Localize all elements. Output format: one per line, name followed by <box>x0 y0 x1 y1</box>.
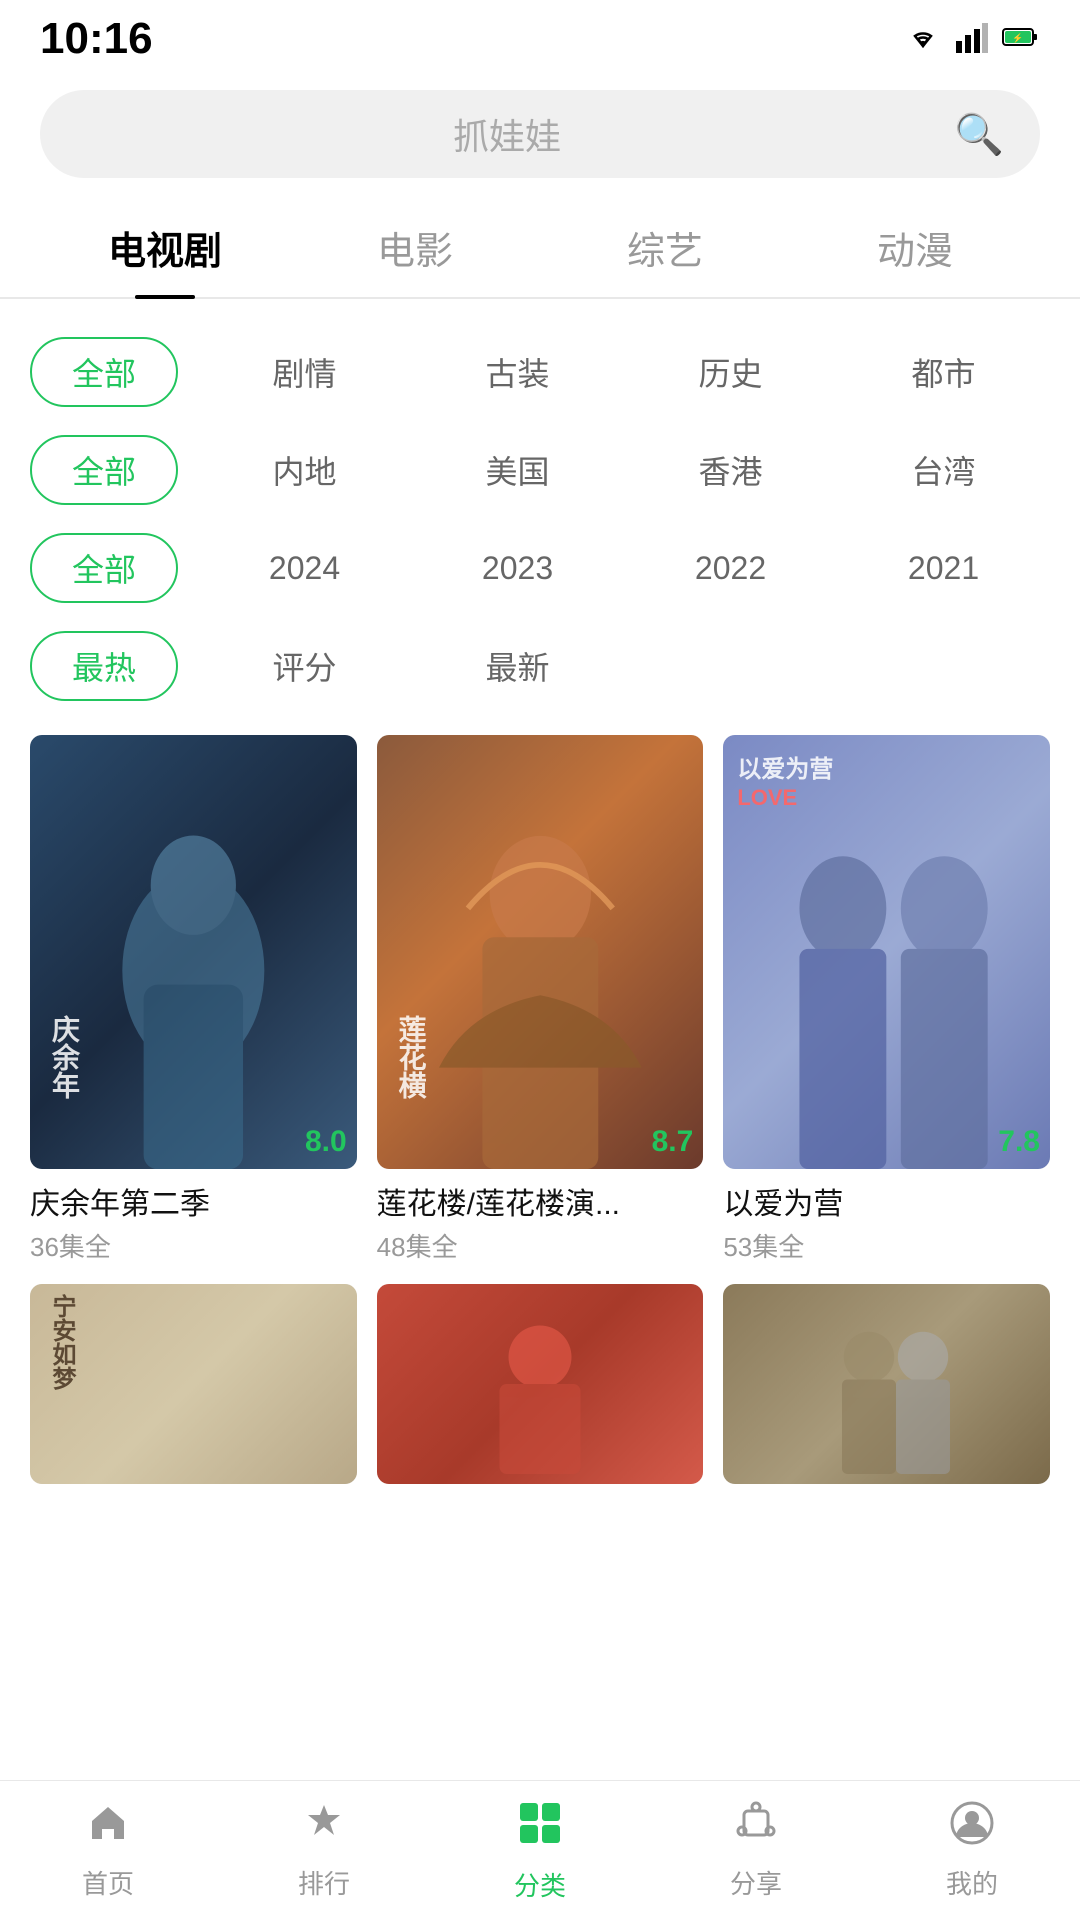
list-item[interactable]: 以爱为营 LOVE 7.8 以爱为营 53集全 <box>723 735 1050 1264</box>
nav-item-rank[interactable]: 排行 <box>216 1801 432 1901</box>
filter-item-costume[interactable]: 古装 <box>411 339 624 405</box>
tab-movie[interactable]: 电影 <box>290 198 540 297</box>
filter-row-region: 全部 内地 美国 香港 台湾 <box>30 421 1050 519</box>
card-image-1: 庆余年 8.0 <box>30 735 357 1169</box>
filter-item-drama[interactable]: 剧情 <box>198 339 411 405</box>
search-bar-section: 抓娃娃 🔍 <box>0 70 1080 198</box>
card-image-4: 宁安如梦 <box>30 1284 357 1484</box>
mine-icon <box>950 1801 994 1856</box>
bottom-padding <box>0 1484 1080 1644</box>
nav-label-home: 首页 <box>82 1864 134 1901</box>
card-title-2: 莲花楼/莲花楼演... <box>377 1179 704 1223</box>
filter-chip-genre[interactable]: 全部 <box>30 337 178 407</box>
status-bar: 10:16 ⚡ <box>0 0 1080 70</box>
share-icon <box>734 1801 778 1856</box>
status-icons: ⚡ <box>904 21 1040 58</box>
filter-item-rating[interactable]: 评分 <box>198 633 411 699</box>
filter-row-year: 全部 2024 2023 2022 2021 <box>30 519 1050 617</box>
card-overlay-text-2: 莲花横 <box>391 1015 431 1099</box>
filter-chip-year[interactable]: 全部 <box>30 533 178 603</box>
status-time: 10:16 <box>40 14 153 64</box>
search-bar[interactable]: 抓娃娃 🔍 <box>40 90 1040 178</box>
nav-item-mine[interactable]: 我的 <box>864 1801 1080 1901</box>
card-subtitle-1: 36集全 <box>30 1227 357 1264</box>
tab-anime[interactable]: 动漫 <box>790 198 1040 297</box>
svg-text:⚡: ⚡ <box>1012 32 1023 44</box>
nav-label-mine: 我的 <box>946 1864 998 1901</box>
tab-variety[interactable]: 综艺 <box>540 198 790 297</box>
filter-item-2022[interactable]: 2022 <box>624 540 837 597</box>
card-image-3: 以爱为营 LOVE 7.8 <box>723 735 1050 1169</box>
card-subtitle-2: 48集全 <box>377 1227 704 1264</box>
filter-item-tw[interactable]: 台湾 <box>837 437 1050 503</box>
filter-item-history[interactable]: 历史 <box>624 339 837 405</box>
filter-item-newest[interactable]: 最新 <box>411 633 624 699</box>
filter-item-hk[interactable]: 香港 <box>624 437 837 503</box>
list-item[interactable] <box>377 1284 704 1484</box>
card-rating-2: 8.7 <box>652 1125 694 1159</box>
wifi-icon <box>904 21 942 58</box>
category-icon <box>516 1799 564 1858</box>
bottom-nav: 首页 排行 分类 <box>0 1780 1080 1920</box>
card-subtitle-3: 53集全 <box>723 1227 1050 1264</box>
card-image-5 <box>377 1284 704 1484</box>
filter-item-2023[interactable]: 2023 <box>411 540 624 597</box>
card-rating-1: 8.0 <box>305 1125 347 1159</box>
tab-tv[interactable]: 电视剧 <box>40 198 290 297</box>
content-section: 庆余年 8.0 庆余年第二季 36集全 <box>0 715 1080 1484</box>
card-title-3: 以爱为营 <box>723 1179 1050 1223</box>
list-item[interactable] <box>723 1284 1050 1484</box>
filter-chip-sort[interactable]: 最热 <box>30 631 178 701</box>
filter-chip-region[interactable]: 全部 <box>30 435 178 505</box>
card-image-6 <box>723 1284 1050 1484</box>
card-title-1: 庆余年第二季 <box>30 1179 357 1223</box>
nav-label-rank: 排行 <box>298 1864 350 1901</box>
category-tabs: 电视剧 电影 综艺 动漫 <box>0 198 1080 299</box>
signal-icon <box>956 21 988 58</box>
filter-row-sort: 最热 评分 最新 <box>30 617 1050 715</box>
list-item[interactable]: 莲花横 8.7 莲花楼/莲花楼演... 48集全 <box>377 735 704 1264</box>
list-item[interactable]: 庆余年 8.0 庆余年第二季 36集全 <box>30 735 357 1264</box>
list-item[interactable]: 宁安如梦 <box>30 1284 357 1484</box>
filter-item-2024[interactable]: 2024 <box>198 540 411 597</box>
filter-item-urban[interactable]: 都市 <box>837 339 1050 405</box>
nav-item-home[interactable]: 首页 <box>0 1801 216 1901</box>
rank-icon <box>302 1801 346 1856</box>
filter-item-usa[interactable]: 美国 <box>411 437 624 503</box>
filter-section: 全部 剧情 古装 历史 都市 全部 内地 美国 香港 台湾 全部 2024 20… <box>0 323 1080 715</box>
nav-item-category[interactable]: 分类 <box>432 1799 648 1903</box>
card-image-2: 莲花横 8.7 <box>377 735 704 1169</box>
filter-item-2021[interactable]: 2021 <box>837 540 1050 597</box>
nav-label-share: 分享 <box>730 1864 782 1901</box>
search-placeholder-text: 抓娃娃 <box>76 108 938 160</box>
search-icon[interactable]: 🔍 <box>954 111 1004 158</box>
filter-row-genre: 全部 剧情 古装 历史 都市 <box>30 323 1050 421</box>
nav-label-category: 分类 <box>514 1866 566 1903</box>
filter-item-mainland[interactable]: 内地 <box>198 437 411 503</box>
nav-item-share[interactable]: 分享 <box>648 1801 864 1901</box>
card-overlay-text-1: 庆余年 <box>44 1015 84 1099</box>
content-grid: 庆余年 8.0 庆余年第二季 36集全 <box>30 735 1050 1484</box>
battery-icon: ⚡ <box>1002 26 1040 53</box>
card-rating-3: 7.8 <box>998 1125 1040 1159</box>
home-icon <box>86 1801 130 1856</box>
